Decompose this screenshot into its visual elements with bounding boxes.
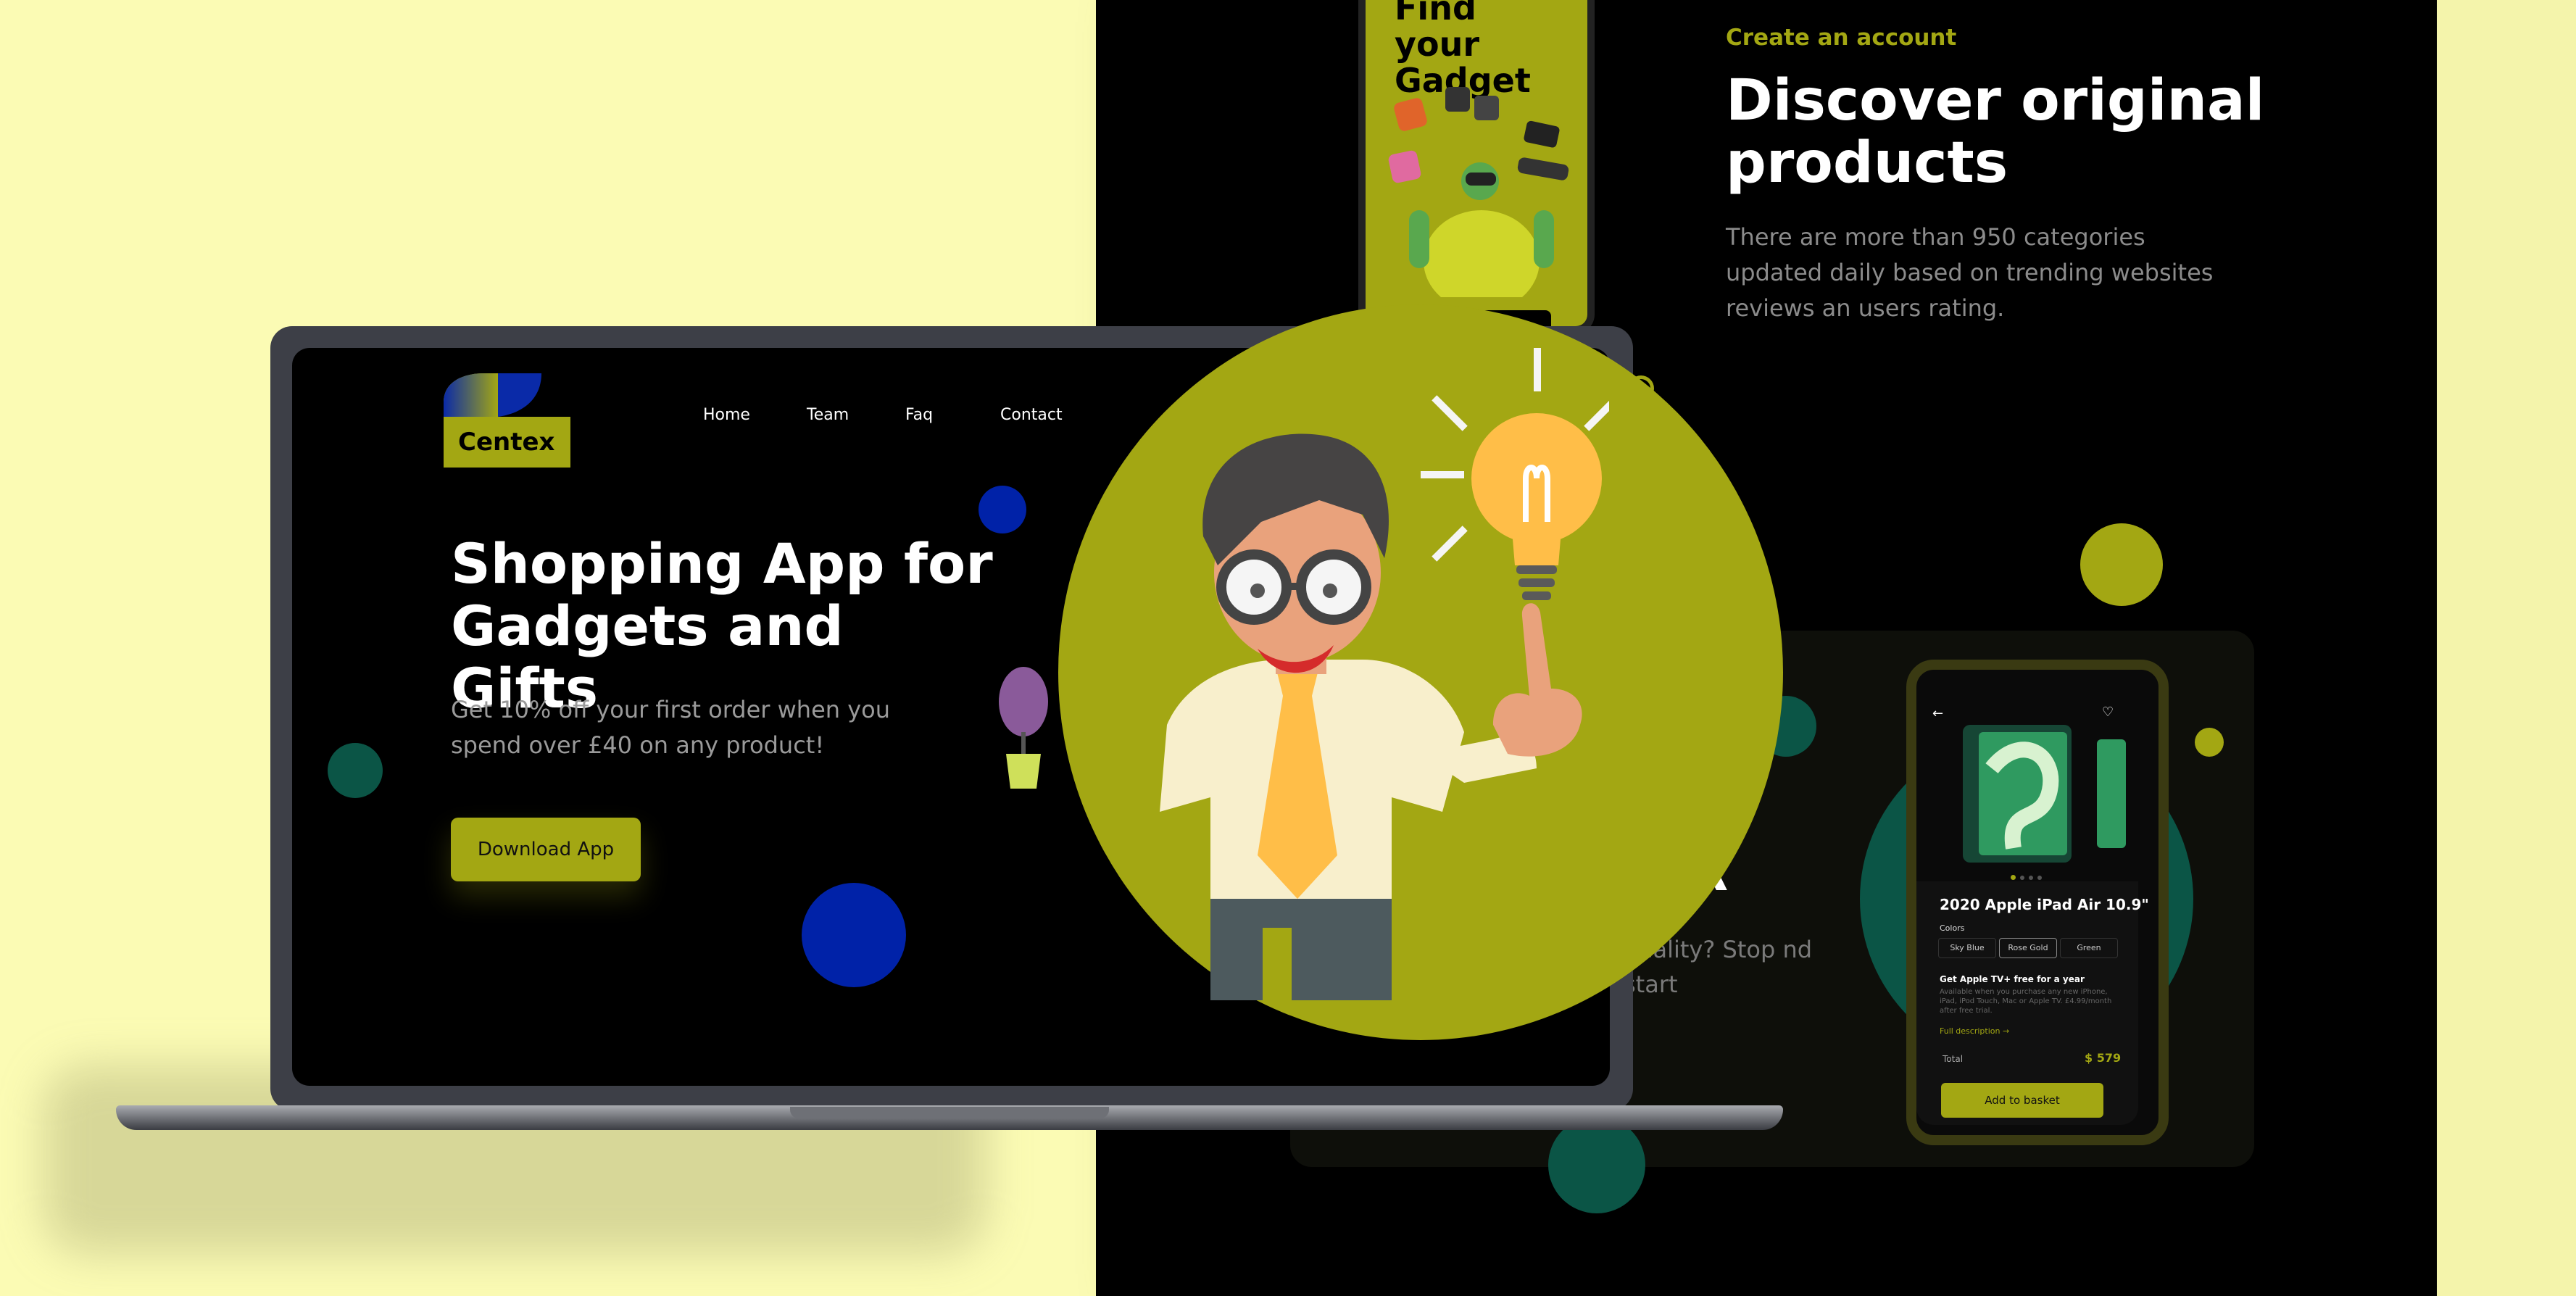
nav-faq[interactable]: Faq xyxy=(905,406,933,424)
color-option-rose-gold[interactable]: Rose Gold xyxy=(1999,938,2057,958)
product-phone: ← ♡ 2020 Apple iPad Air 10.9" Colors Sky… xyxy=(1906,660,2169,1145)
promo-title: Get Apple TV+ free for a year xyxy=(1940,974,2085,984)
hero-text: Get 10% off your first order when you sp… xyxy=(451,696,891,759)
ipad-image xyxy=(1963,725,2126,863)
back-arrow-icon[interactable]: ← xyxy=(1932,706,1943,721)
add-to-basket-button[interactable]: Add to basket xyxy=(1941,1083,2103,1118)
man-with-idea-illustration xyxy=(1160,348,1609,1000)
full-description-link[interactable]: Full description → xyxy=(1940,1026,2009,1036)
total-label: Total xyxy=(1943,1054,1964,1064)
nav-team[interactable]: Team xyxy=(807,406,849,424)
olive-dot-small xyxy=(2195,728,2224,757)
gadget-robot-illustration xyxy=(1388,87,1569,297)
discover-title: Discover original products xyxy=(1726,68,2265,196)
olive-circle xyxy=(2080,523,2163,606)
nav-home[interactable]: Home xyxy=(703,406,750,424)
promo-text: Available when you purchase any new iPho… xyxy=(1940,988,2112,1015)
nav-contact[interactable]: Contact xyxy=(1000,406,1063,424)
color-option-green[interactable]: Green xyxy=(2060,938,2118,958)
product-name: 2020 Apple iPad Air 10.9" xyxy=(1940,896,2149,913)
blue-dot-small xyxy=(979,486,1026,533)
discover-text: There are more than 950 categories updat… xyxy=(1726,223,2214,322)
color-option-sky-blue[interactable]: Sky Blue xyxy=(1938,938,1996,958)
download-app-button[interactable]: Download App xyxy=(451,818,641,881)
teal-dot-bottom xyxy=(1548,1116,1645,1213)
carousel-dots[interactable] xyxy=(2011,869,2054,880)
yellow-edge xyxy=(2437,0,2576,1296)
teal-dot-left xyxy=(328,743,383,798)
find-gadget-phone: Find your Gadget xyxy=(1358,0,1595,333)
logo-text[interactable]: Centex xyxy=(458,428,554,457)
plant-icon xyxy=(999,667,1048,789)
total-value: $ 579 xyxy=(2085,1051,2122,1065)
laptop-notch xyxy=(790,1107,1109,1118)
create-account-label: Create an account xyxy=(1726,25,1957,51)
heart-icon[interactable]: ♡ xyxy=(2102,705,2114,720)
colors-label: Colors xyxy=(1940,923,1965,933)
blue-dot-large xyxy=(802,883,906,987)
